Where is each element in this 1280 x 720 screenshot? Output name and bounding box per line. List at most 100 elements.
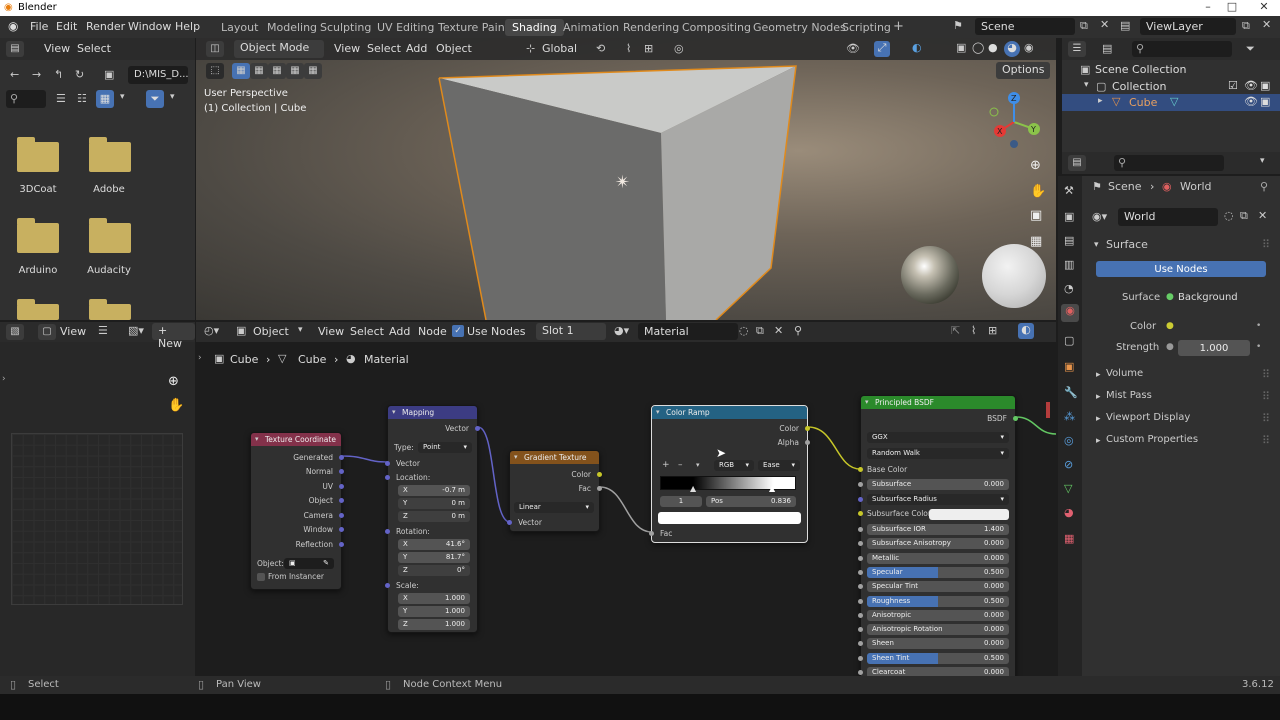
render-tab-icon[interactable]: ▣: [1064, 210, 1074, 223]
input-socket[interactable]: [385, 461, 390, 466]
select-mode-new-icon[interactable]: ▦: [232, 63, 250, 79]
menu-hamburger-icon[interactable]: ☰: [98, 324, 108, 337]
pan-hand-icon[interactable]: ✋: [168, 398, 184, 413]
editor-type-icon[interactable]: ☰: [1068, 41, 1086, 57]
perspective-grid-icon[interactable]: ▦: [1030, 234, 1042, 249]
add-workspace-icon[interactable]: +: [886, 17, 911, 34]
input-socket[interactable]: [858, 641, 863, 647]
tab-layout[interactable]: Layout: [214, 19, 265, 36]
principled-bsdf-node[interactable]: Principled BSDF ▾ BSDF GGX ▾ Random Walk ▾…: [858, 395, 1018, 676]
subsurface-color-swatch[interactable]: [929, 509, 1009, 520]
input-socket[interactable]: [858, 612, 863, 618]
bsdf-sheen-tint-field[interactable]: Sheen Tint 0.500: [867, 652, 1009, 664]
outliner-collection[interactable]: Collection: [1112, 80, 1166, 93]
editor-type-icon[interactable]: ▧: [6, 324, 24, 340]
tab-sculpting[interactable]: Sculpting: [313, 19, 378, 36]
tab-texture-paint[interactable]: Texture Paint: [431, 19, 516, 36]
output-socket[interactable]: [475, 426, 480, 431]
list-view-icon[interactable]: ☰: [56, 92, 66, 105]
node-title[interactable]: Color Ramp: [652, 406, 807, 419]
color-ramp-node[interactable]: Color Ramp ▾ Color Alpha + – ▾ RGB ▾ Eas…: [649, 405, 810, 543]
snap-target-icon[interactable]: ⊞: [644, 42, 653, 55]
outliner-search-input[interactable]: ⚲: [1132, 41, 1232, 57]
input-socket[interactable]: [858, 598, 863, 604]
camera-render-icon[interactable]: ▣: [1260, 95, 1270, 108]
stop-position-field[interactable]: Pos 0.836: [706, 496, 796, 507]
mapping-node[interactable]: Mapping ▾ Vector Type: Point ▾ Vector Loc…: [385, 405, 480, 633]
folder-icon[interactable]: [17, 218, 59, 253]
bsdf-specular-field[interactable]: Specular 0.500: [867, 566, 1009, 578]
sidebar-toggle-icon[interactable]: ›: [2, 374, 6, 384]
menu-file[interactable]: File: [30, 20, 48, 33]
volume-section-header[interactable]: Volume: [1106, 368, 1143, 379]
material-tab-icon[interactable]: ◕: [1064, 506, 1074, 519]
constraints-tab-icon[interactable]: ⊘: [1064, 458, 1073, 471]
pivot-icon[interactable]: ⟲: [596, 42, 605, 55]
collapse-arrow-icon[interactable]: ▾: [865, 398, 869, 406]
use-nodes-button[interactable]: Use Nodes: [1096, 261, 1266, 277]
drag-handle-icon[interactable]: ⠿: [1262, 412, 1270, 425]
outliner-row-cube[interactable]: ▸ ▽ Cube ▽ 👁 ▣: [1062, 94, 1280, 111]
collapse-arrow-icon[interactable]: ▾: [255, 435, 259, 443]
input-socket[interactable]: [858, 655, 863, 661]
input-socket[interactable]: [385, 583, 390, 588]
gizmo-icon[interactable]: ⤢: [874, 41, 890, 57]
input-socket[interactable]: [507, 520, 512, 525]
menu-window[interactable]: Window: [128, 20, 171, 33]
input-socket[interactable]: [858, 627, 863, 633]
remove-stop-icon[interactable]: –: [678, 460, 683, 470]
menu-view[interactable]: View: [44, 42, 70, 55]
add-stop-icon[interactable]: +: [662, 460, 670, 470]
output-socket[interactable]: [597, 472, 602, 477]
xray-icon[interactable]: ▣: [956, 41, 966, 54]
output-socket[interactable]: [339, 484, 344, 489]
visibility-icon[interactable]: 👁: [846, 42, 860, 55]
filter-icon[interactable]: ⏷: [146, 90, 164, 108]
camera-render-icon[interactable]: ▣: [1260, 79, 1270, 92]
distribution-dropdown[interactable]: GGX ▾: [867, 432, 1009, 443]
menu-view[interactable]: View: [60, 325, 86, 338]
menu-add[interactable]: Add: [406, 42, 427, 55]
surface-section-header[interactable]: Surface: [1106, 238, 1148, 251]
expand-arrow-icon[interactable]: ▾: [1094, 240, 1099, 250]
input-socket[interactable]: [858, 555, 863, 561]
subsurface-field[interactable]: Subsurface 0.000: [867, 479, 1009, 490]
texture-tab-icon[interactable]: ▦: [1064, 532, 1074, 545]
gradient-type-dropdown[interactable]: Linear ▾: [514, 502, 594, 513]
input-socket[interactable]: [858, 569, 863, 575]
data-tab-icon[interactable]: ▽: [1064, 482, 1072, 495]
view-mode-icon[interactable]: ▢: [38, 324, 56, 340]
transform-orientation-icon[interactable]: ⊹: [526, 42, 535, 55]
light-icon[interactable]: ✴: [615, 172, 630, 193]
transform-orientation-dropdown[interactable]: Global: [542, 42, 577, 55]
custom-properties-section-header[interactable]: Custom Properties: [1106, 434, 1198, 445]
overlays-icon[interactable]: ◐: [912, 41, 922, 54]
ramp-stop-white-icon[interactable]: ▲: [769, 484, 775, 493]
world-browse-icon[interactable]: ◉▾: [1092, 210, 1107, 223]
folder-icon[interactable]: [17, 299, 59, 320]
chevron-down-icon[interactable]: ▾: [120, 92, 125, 102]
stop-index-field[interactable]: 1: [660, 496, 702, 507]
rotation-z-field[interactable]: Z 0°: [398, 565, 470, 576]
location-y-field[interactable]: Y 0 m: [398, 498, 470, 509]
object-tab-icon[interactable]: ▣: [1064, 360, 1074, 373]
folder-adobe[interactable]: Adobe: [74, 184, 144, 195]
output-socket[interactable]: [805, 440, 810, 445]
rotation-y-field[interactable]: Y 81.7°: [398, 552, 470, 563]
bsdf-roughness-field[interactable]: Roughness 0.500: [867, 595, 1009, 607]
editor-type-icon[interactable]: ◫: [206, 41, 224, 57]
zoom-icon[interactable]: ⊕: [168, 374, 179, 389]
rendered-shading-icon[interactable]: ◉: [1024, 41, 1034, 54]
input-socket[interactable]: [649, 531, 654, 536]
folder-3dcoat[interactable]: 3DCoat: [3, 184, 73, 195]
scene-field[interactable]: Scene: [975, 18, 1075, 35]
camera-icon[interactable]: ▣: [1030, 208, 1042, 223]
subsurface-method-dropdown[interactable]: Random Walk ▾: [867, 448, 1009, 459]
drag-handle-icon[interactable]: ⠿: [1262, 238, 1270, 251]
color-ramp-bar[interactable]: [660, 476, 796, 490]
scale-x-field[interactable]: X 1.000: [398, 593, 470, 604]
output-socket[interactable]: [805, 426, 810, 431]
unlink-icon[interactable]: ✕: [1258, 209, 1267, 222]
color-mode-dropdown[interactable]: RGB ▾: [714, 460, 754, 471]
parent-dir-icon[interactable]: ↰: [54, 68, 63, 81]
